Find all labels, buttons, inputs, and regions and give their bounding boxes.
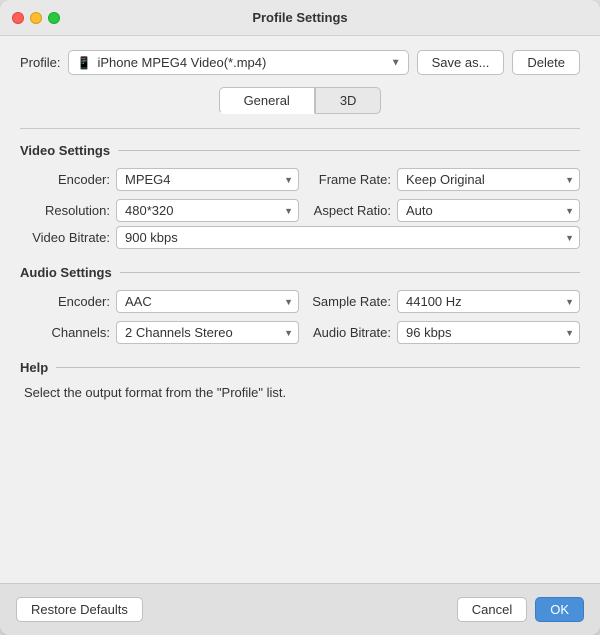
video-bitrate-select[interactable]: 900 kbps [116, 226, 580, 249]
encoder-select-wrapper: MPEG4 ▼ [116, 168, 299, 191]
main-content: Profile: 📱 iPhone MPEG4 Video(*.mp4) ▼ S… [0, 36, 600, 583]
sample-rate-label: Sample Rate: [311, 294, 391, 309]
window-title: Profile Settings [252, 10, 347, 25]
frame-rate-select-wrapper: Keep Original ▼ [397, 168, 580, 191]
sample-rate-select-wrapper: 44100 Hz ▼ [397, 290, 580, 313]
channels-select[interactable]: 2 Channels Stereo [116, 321, 299, 344]
encoder-row: Encoder: MPEG4 ▼ [30, 168, 299, 191]
video-bitrate-select-wrapper: 900 kbps ▼ [116, 226, 580, 249]
aspect-ratio-select-wrapper: Auto ▼ [397, 199, 580, 222]
encoder-label: Encoder: [30, 172, 110, 187]
close-button[interactable] [12, 12, 24, 24]
help-section: Help Select the output format from the "… [20, 360, 580, 400]
audio-bitrate-row: Audio Bitrate: 96 kbps ▼ [311, 321, 580, 344]
aspect-ratio-select[interactable]: Auto [397, 199, 580, 222]
profile-label: Profile: [20, 55, 60, 70]
footer-right: Cancel OK [457, 597, 584, 622]
profile-select-wrapper: 📱 iPhone MPEG4 Video(*.mp4) ▼ [68, 50, 408, 75]
help-text: Select the output format from the "Profi… [20, 385, 580, 400]
titlebar: Profile Settings [0, 0, 600, 36]
traffic-lights [12, 12, 60, 24]
video-bitrate-label: Video Bitrate: [30, 230, 110, 245]
sample-rate-select[interactable]: 44100 Hz [397, 290, 580, 313]
separator [20, 128, 580, 129]
video-settings-header: Video Settings [20, 143, 580, 158]
channels-label: Channels: [30, 325, 110, 340]
tab-general[interactable]: General [219, 87, 315, 114]
ok-button[interactable]: OK [535, 597, 584, 622]
resolution-select[interactable]: 480*320 [116, 199, 299, 222]
cancel-button[interactable]: Cancel [457, 597, 527, 622]
video-form-grid: Encoder: MPEG4 ▼ Frame Rate: Keep Origin… [20, 168, 580, 222]
resolution-select-wrapper: 480*320 ▼ [116, 199, 299, 222]
help-title: Help [20, 360, 48, 375]
video-section-line [118, 150, 580, 151]
tab-3d[interactable]: 3D [315, 87, 382, 114]
profile-select[interactable]: iPhone MPEG4 Video(*.mp4) [68, 50, 408, 75]
audio-encoder-label: Encoder: [30, 294, 110, 309]
minimize-button[interactable] [30, 12, 42, 24]
encoder-select[interactable]: MPEG4 [116, 168, 299, 191]
save-as-button[interactable]: Save as... [417, 50, 505, 75]
tabs-row: General 3D [20, 87, 580, 114]
audio-encoder-select[interactable]: AAC [116, 290, 299, 313]
video-settings-section: Video Settings Encoder: MPEG4 ▼ Frame [20, 143, 580, 249]
resolution-row: Resolution: 480*320 ▼ [30, 199, 299, 222]
video-bitrate-row: Video Bitrate: 900 kbps ▼ [20, 226, 580, 249]
audio-settings-section: Audio Settings Encoder: AAC ▼ Sample [20, 265, 580, 344]
footer-left: Restore Defaults [16, 597, 457, 622]
aspect-ratio-row: Aspect Ratio: Auto ▼ [311, 199, 580, 222]
audio-bitrate-label: Audio Bitrate: [311, 325, 391, 340]
frame-rate-select[interactable]: Keep Original [397, 168, 580, 191]
footer: Restore Defaults Cancel OK [0, 583, 600, 635]
frame-rate-label: Frame Rate: [311, 172, 391, 187]
delete-button[interactable]: Delete [512, 50, 580, 75]
resolution-label: Resolution: [30, 203, 110, 218]
aspect-ratio-label: Aspect Ratio: [311, 203, 391, 218]
audio-encoder-select-wrapper: AAC ▼ [116, 290, 299, 313]
audio-settings-header: Audio Settings [20, 265, 580, 280]
audio-settings-title: Audio Settings [20, 265, 112, 280]
audio-form-grid: Encoder: AAC ▼ Sample Rate: 44100 Hz [20, 290, 580, 344]
maximize-button[interactable] [48, 12, 60, 24]
channels-row: Channels: 2 Channels Stereo ▼ [30, 321, 299, 344]
help-header: Help [20, 360, 580, 375]
audio-encoder-row: Encoder: AAC ▼ [30, 290, 299, 313]
profile-row: Profile: 📱 iPhone MPEG4 Video(*.mp4) ▼ S… [20, 50, 580, 75]
audio-bitrate-select[interactable]: 96 kbps [397, 321, 580, 344]
audio-section-line [120, 272, 580, 273]
window: Profile Settings Profile: 📱 iPhone MPEG4… [0, 0, 600, 635]
video-settings-title: Video Settings [20, 143, 110, 158]
frame-rate-row: Frame Rate: Keep Original ▼ [311, 168, 580, 191]
sample-rate-row: Sample Rate: 44100 Hz ▼ [311, 290, 580, 313]
audio-bitrate-select-wrapper: 96 kbps ▼ [397, 321, 580, 344]
restore-defaults-button[interactable]: Restore Defaults [16, 597, 143, 622]
channels-select-wrapper: 2 Channels Stereo ▼ [116, 321, 299, 344]
help-section-line [56, 367, 580, 368]
